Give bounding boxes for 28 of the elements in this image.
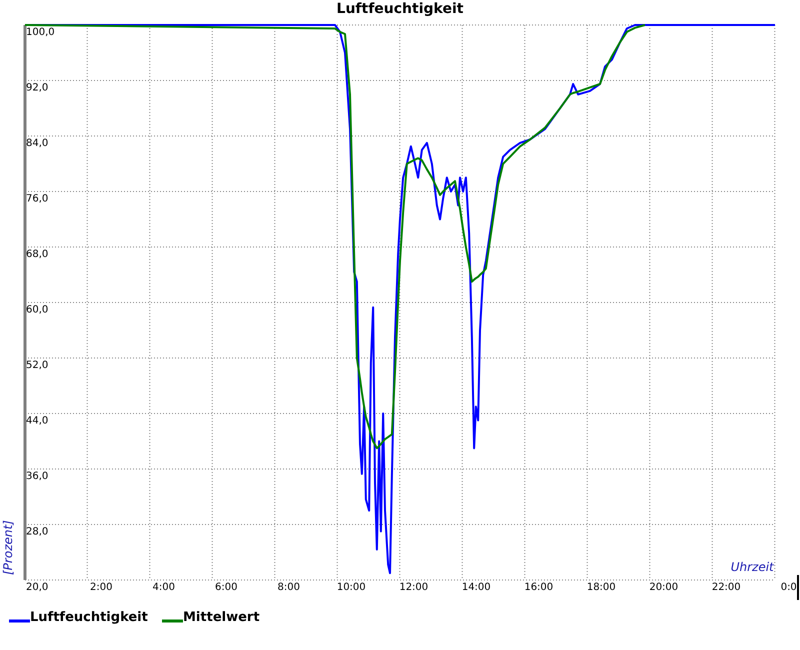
axis-tick-label: 2:00: [90, 582, 112, 593]
axis-tick-label: 8:00: [278, 582, 300, 593]
axis-tick-label: 100,0: [26, 27, 55, 38]
axis-title: [Prozent]: [1, 520, 15, 575]
axis-tick-label: 60,0: [26, 304, 48, 316]
axis-tick-label: 6:00: [215, 582, 238, 593]
axis-tick-label: 14:00: [462, 582, 491, 593]
legend-label: Luftfeuchtigkeit: [30, 610, 148, 625]
axis-tick-label: 28,0: [26, 526, 48, 538]
axis-tick-label: 76,0: [26, 194, 48, 204]
axis-tick-label: 22:00: [712, 582, 741, 593]
axis-tick-label: 0:0: [780, 582, 797, 593]
axis-tick-label: 20,0: [26, 582, 48, 593]
legend-label: Mittelwert: [183, 610, 260, 625]
axis-tick-label: 18:00: [586, 582, 616, 593]
axis-tick-label: 68,0: [26, 249, 48, 260]
axis-title: Uhrzeit: [730, 560, 774, 574]
chart-title: Luftfeuchtigkeit: [336, 1, 464, 17]
axis-tick-label: 36,0: [26, 471, 48, 482]
axis-tick-label: 84,0: [26, 138, 48, 149]
axis-tick-label: 10:00: [336, 582, 366, 593]
axis-tick-label: 16:00: [524, 582, 554, 593]
axis-tick-label: 52,0: [26, 360, 48, 371]
axis-tick-label: 20:00: [649, 582, 678, 593]
axis-tick-label: 44,0: [26, 416, 48, 426]
axis-tick-label: 92,0: [26, 82, 48, 94]
axis-tick-label: 12:00: [399, 582, 428, 593]
axis-tick-label: 4:00: [152, 582, 175, 593]
